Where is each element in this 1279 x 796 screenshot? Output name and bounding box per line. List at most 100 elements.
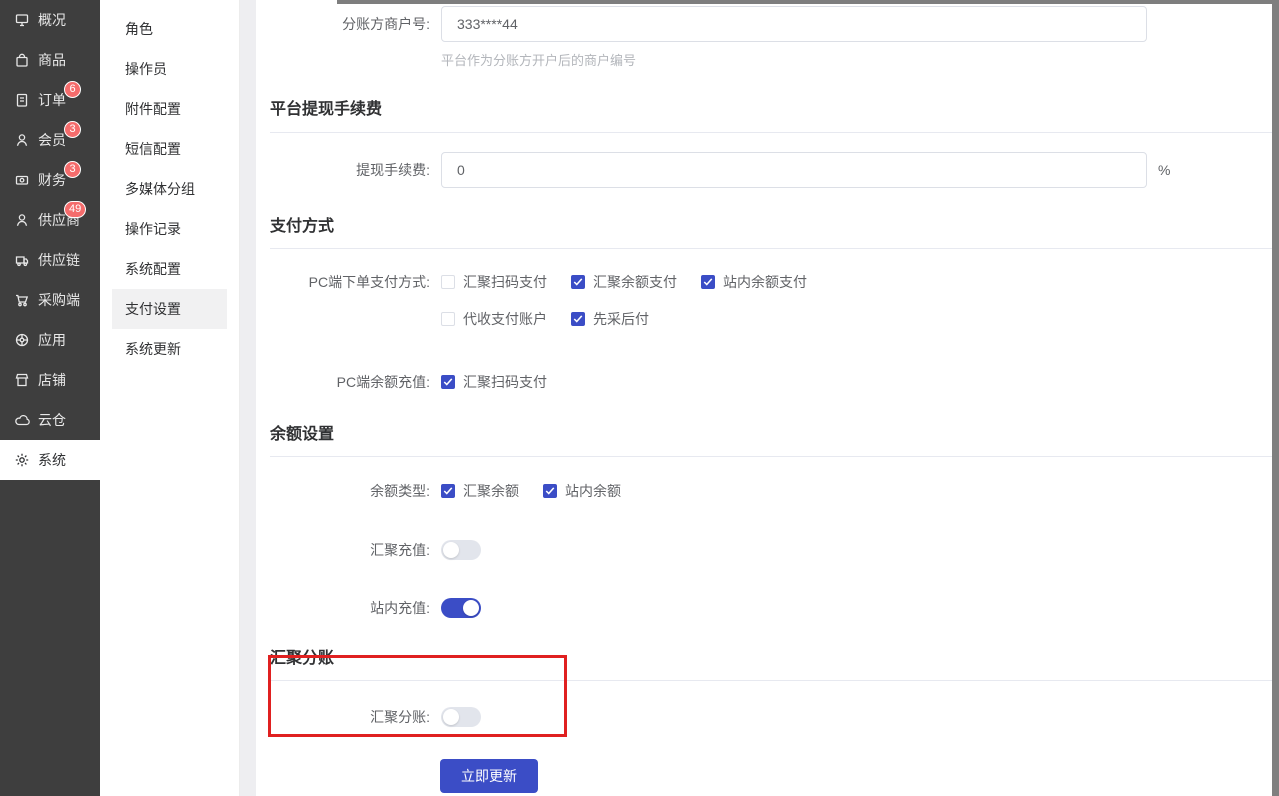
checkbox-label: 汇聚扫码支付	[463, 272, 547, 292]
merchant-no-input[interactable]	[441, 6, 1147, 42]
submenu-item-payment-settings[interactable]: 支付设置	[112, 289, 227, 329]
submenu-item-media-groups[interactable]: 多媒体分组	[112, 169, 227, 209]
sidebar-item-finance[interactable]: 财务 3	[0, 160, 100, 200]
checkbox-label: 先采后付	[593, 309, 649, 329]
pc-order-methods-label: PC端下单支付方式:	[270, 272, 430, 292]
balance-type-label: 余额类型:	[270, 481, 430, 501]
submenu-item-sms-config[interactable]: 短信配置	[112, 129, 227, 169]
user-icon	[14, 132, 30, 148]
checkbox-label: 站内余额	[565, 481, 621, 501]
vertical-scrollbar[interactable]	[1272, 0, 1279, 796]
gear-icon	[14, 452, 30, 468]
sidebar-gutter	[240, 0, 256, 796]
sidebar-item-orders[interactable]: 订单 6	[0, 80, 100, 120]
sidebar-item-label: 应用	[38, 330, 66, 350]
huiju-recharge-toggle[interactable]	[441, 540, 481, 560]
sidebar-item-overview[interactable]: 概况	[0, 0, 100, 40]
checkbox-label: 站内余额支付	[723, 272, 807, 292]
checkbox-huiju-balance-pay[interactable]: 汇聚余额支付	[571, 272, 677, 292]
submenu-item-operators[interactable]: 操作员	[112, 49, 227, 89]
merchant-no-label: 分账方商户号:	[270, 14, 430, 34]
submenu-item-roles[interactable]: 角色	[112, 9, 227, 49]
bag-icon	[14, 52, 30, 68]
checkbox-icon	[701, 275, 715, 289]
finance-badge: 3	[64, 161, 81, 178]
sidebar-item-label: 商品	[38, 50, 66, 70]
checkbox-huiju-scan-pay[interactable]: 汇聚扫码支付	[441, 272, 547, 292]
sidebar-item-label: 供应链	[38, 250, 80, 270]
checkbox-site-balance-pay[interactable]: 站内余额支付	[701, 272, 807, 292]
monitor-icon	[14, 12, 30, 28]
sidebar-item-cloud-warehouse[interactable]: 云仓	[0, 400, 100, 440]
main-sidebar: 概况 商品 订单 6 会员 3 财务 3 供应商 49 供应链	[0, 0, 100, 796]
checkbox-site-balance[interactable]: 站内余额	[543, 481, 621, 501]
huiju-split-label: 汇聚分账:	[270, 707, 430, 727]
orders-badge: 6	[64, 81, 81, 98]
checkbox-recharge-huiju-scan[interactable]: 汇聚扫码支付	[441, 372, 547, 392]
sidebar-item-apps[interactable]: 应用	[0, 320, 100, 360]
members-badge: 3	[64, 121, 81, 138]
cloud-icon	[14, 412, 30, 428]
truck-icon	[14, 252, 30, 268]
section-title-huiju-split: 汇聚分账	[270, 644, 1272, 681]
cart-icon	[14, 292, 30, 308]
site-recharge-toggle[interactable]	[441, 598, 481, 618]
checkbox-label: 代收支付账户	[463, 309, 547, 329]
sidebar-item-label: 会员	[38, 130, 66, 150]
shop-icon	[14, 372, 30, 388]
sidebar-item-suppliers[interactable]: 供应商 49	[0, 200, 100, 240]
checkbox-icon	[571, 312, 585, 326]
pc-balance-recharge-row: PC端余额充值: 汇聚扫码支付	[270, 372, 1272, 392]
checkbox-label: 汇聚扫码支付	[463, 372, 547, 392]
submenu-item-operation-log[interactable]: 操作记录	[112, 209, 227, 249]
app-layout: 概况 商品 订单 6 会员 3 财务 3 供应商 49 供应链	[0, 0, 1279, 796]
suppliers-badge: 49	[64, 201, 86, 218]
submenu-item-system-update[interactable]: 系统更新	[112, 329, 227, 369]
sidebar-item-purchasing[interactable]: 采购端	[0, 280, 100, 320]
checkbox-icon	[441, 375, 455, 389]
sidebar-item-label: 采购端	[38, 290, 80, 310]
top-scrollbar[interactable]	[337, 0, 1272, 4]
checkbox-label: 汇聚余额支付	[593, 272, 677, 292]
sidebar-item-label: 系统	[38, 450, 66, 470]
sub-sidebar: 角色 操作员 附件配置 短信配置 多媒体分组 操作记录 系统配置 支付设置 系统…	[100, 0, 240, 796]
clipboard-icon	[14, 92, 30, 108]
submenu-item-attachment-config[interactable]: 附件配置	[112, 89, 227, 129]
withdraw-fee-row: 提现手续费: %	[270, 152, 1272, 188]
pc-order-methods-row2: 代收支付账户 先采后付	[270, 309, 1272, 329]
huiju-recharge-toggle-row: 汇聚充值:	[270, 540, 1272, 560]
sidebar-item-label: 店铺	[38, 370, 66, 390]
sidebar-item-shops[interactable]: 店铺	[0, 360, 100, 400]
huiju-recharge-label: 汇聚充值:	[270, 540, 430, 560]
checkbox-icon	[441, 484, 455, 498]
sidebar-item-system[interactable]: 系统	[0, 440, 100, 480]
withdraw-fee-input[interactable]	[441, 152, 1147, 188]
withdraw-fee-label: 提现手续费:	[270, 160, 430, 180]
banknote-icon	[14, 172, 30, 188]
percent-suffix: %	[1158, 162, 1170, 178]
balance-type-row: 余额类型: 汇聚余额 站内余额	[270, 481, 1272, 501]
checkbox-huiju-balance[interactable]: 汇聚余额	[441, 481, 519, 501]
huiju-split-toggle-row: 汇聚分账:	[270, 707, 1272, 727]
checkbox-collection-account[interactable]: 代收支付账户	[441, 309, 547, 329]
sidebar-item-goods[interactable]: 商品	[0, 40, 100, 80]
payment-settings-form: 分账方商户号: 平台作为分账方开户后的商户编号 平台提现手续费 提现手续费: %…	[256, 0, 1272, 796]
sidebar-item-supply-chain[interactable]: 供应链	[0, 240, 100, 280]
pc-order-methods-row1: PC端下单支付方式: 汇聚扫码支付 汇聚余额支付 站内余额支付	[270, 272, 1272, 292]
sidebar-item-members[interactable]: 会员 3	[0, 120, 100, 160]
section-title-balance-settings: 余额设置	[270, 420, 1272, 457]
sidebar-item-label: 订单	[38, 90, 66, 110]
site-recharge-label: 站内充值:	[270, 598, 430, 618]
update-now-button[interactable]: 立即更新	[440, 759, 538, 793]
sidebar-item-label: 概况	[38, 10, 66, 30]
huiju-split-toggle[interactable]	[441, 707, 481, 727]
checkbox-buy-first-pay-later[interactable]: 先采后付	[571, 309, 649, 329]
checkbox-label: 汇聚余额	[463, 481, 519, 501]
checkbox-icon	[571, 275, 585, 289]
checkbox-icon	[441, 312, 455, 326]
apps-icon	[14, 332, 30, 348]
section-title-payment-methods: 支付方式	[270, 212, 1272, 249]
submenu-item-system-config[interactable]: 系统配置	[112, 249, 227, 289]
sidebar-item-label: 财务	[38, 170, 66, 190]
checkbox-icon	[441, 275, 455, 289]
